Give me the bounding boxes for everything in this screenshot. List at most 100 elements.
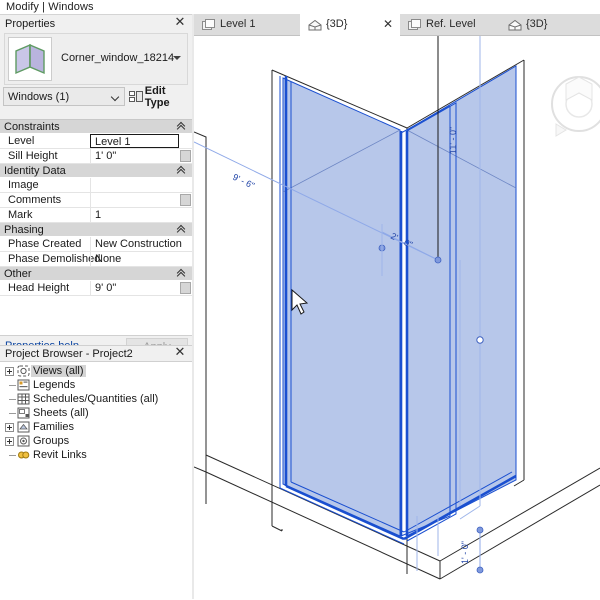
param-value-cell[interactable]: [90, 193, 192, 207]
param-row[interactable]: Level Level 1: [0, 134, 192, 149]
legends-icon: [17, 379, 30, 391]
views-icon: [17, 365, 30, 377]
param-value: Level 1: [95, 136, 131, 148]
tree-node-label: Revit Links: [33, 449, 87, 461]
corner-window-glass[interactable]: [282, 65, 517, 537]
category-row: Windows (1) Edit Type: [3, 84, 189, 109]
tree-node-revit-links[interactable]: Revit Links: [0, 448, 192, 462]
project-browser-title: Project Browser - Project2: [5, 348, 133, 360]
param-value: 9' 0": [95, 282, 117, 294]
param-name: Phase Demolished: [8, 253, 101, 265]
param-name: Level: [8, 135, 35, 147]
view-tab-bar: Level 1 {3D} ✕ Ref. Level {3D}: [194, 14, 600, 36]
view-tab-3d[interactable]: {3D} ✕: [300, 14, 400, 36]
project-browser-header: Project Browser - Project2 ✕: [0, 345, 192, 362]
viewcube-icon[interactable]: [551, 76, 600, 137]
house-3d-icon: [308, 19, 322, 31]
param-group-label: Phasing: [4, 224, 44, 236]
param-browse-button[interactable]: [180, 150, 191, 162]
close-icon[interactable]: ✕: [173, 346, 187, 360]
expand-plus-icon[interactable]: [5, 367, 14, 376]
param-group-header[interactable]: Constraints: [0, 120, 192, 134]
left-dock-panel: Properties ✕ Corner_window_18214 Windows…: [0, 14, 192, 600]
param-group-header[interactable]: Identity Data: [0, 164, 192, 178]
tree-node-sheets-all[interactable]: Sheets (all): [0, 406, 192, 420]
ribbon-context-strip: Modify | Windows: [0, 0, 600, 14]
param-value: None: [95, 253, 122, 265]
tree-node-views-all[interactable]: Views (all): [0, 364, 192, 378]
plan-view-icon: [202, 19, 215, 31]
chevron-up-icon[interactable]: [177, 167, 186, 175]
edit-type-button[interactable]: Edit Type: [129, 84, 189, 109]
param-value-cell[interactable]: 9' 0": [90, 281, 192, 295]
param-value-cell[interactable]: [90, 178, 192, 192]
expand-plus-icon[interactable]: [5, 423, 14, 432]
close-icon[interactable]: ✕: [173, 16, 187, 30]
param-value: New Construction: [95, 238, 182, 250]
param-row[interactable]: Head Height 9' 0": [0, 281, 192, 296]
dimension-11-0[interactable]: 11' - 0": [448, 127, 458, 154]
param-value-cell[interactable]: 1: [90, 208, 192, 222]
view-tab-3d[interactable]: {3D}: [500, 14, 600, 36]
param-value-cell[interactable]: New Construction: [90, 237, 192, 251]
properties-palette: Properties ✕ Corner_window_18214 Windows…: [0, 15, 192, 345]
edit-type-label: Edit Type: [144, 84, 170, 109]
tree-node-label: Sheets (all): [33, 407, 89, 419]
edit-type-icon: [129, 90, 143, 103]
param-group-label: Constraints: [4, 121, 60, 133]
tree-connector-line: [9, 399, 16, 400]
links-icon: [17, 449, 30, 461]
view-tab-level-1[interactable]: Level 1: [194, 14, 300, 36]
param-row[interactable]: Phase Demolished None: [0, 252, 192, 267]
param-row[interactable]: Phase Created New Construction: [0, 237, 192, 252]
param-row[interactable]: Image: [0, 178, 192, 193]
tree-node-groups[interactable]: Groups: [0, 434, 192, 448]
chevron-up-icon[interactable]: [177, 270, 186, 278]
param-group-header[interactable]: Other: [0, 267, 192, 281]
category-select[interactable]: Windows (1): [3, 87, 125, 106]
3d-view-canvas[interactable]: 9' - 6" 2' - 0" 11' - 0" 1' - 0": [194, 36, 600, 599]
param-value: 1: [95, 209, 102, 221]
view-tab-label: {3D}: [526, 18, 548, 30]
view-tab-ref-level[interactable]: Ref. Level: [400, 14, 500, 36]
parameter-grid: Constraints Level Level 1 Sill Height 1' 0" I…: [0, 119, 192, 335]
schedules-icon: [17, 393, 30, 405]
properties-panel-header: Properties ✕: [0, 15, 192, 33]
tree-connector-line: [9, 455, 16, 456]
param-browse-button[interactable]: [180, 282, 191, 294]
param-row[interactable]: Sill Height 1' 0": [0, 149, 192, 164]
ribbon-context-tab-label: Modify | Windows: [6, 1, 94, 13]
close-icon[interactable]: ✕: [382, 18, 394, 30]
dimension-label: 9' - 6": [231, 172, 256, 191]
project-browser-panel: Project Browser - Project2 ✕ Views (all)…: [0, 345, 192, 600]
expand-plus-icon[interactable]: [5, 437, 14, 446]
param-group-label: Identity Data: [4, 165, 66, 177]
plan-view-icon: [408, 19, 421, 31]
type-selector[interactable]: Corner_window_18214: [4, 33, 188, 85]
tree-node-families[interactable]: Families: [0, 420, 192, 434]
sheets-icon: [17, 407, 30, 419]
tree-connector-line: [9, 413, 16, 414]
param-row[interactable]: Comments: [0, 193, 192, 208]
param-value-cell[interactable]: 1' 0": [90, 149, 192, 163]
dropdown-arrow-icon[interactable]: [173, 56, 181, 60]
chevron-up-icon[interactable]: [177, 226, 186, 234]
selection-grips: [476, 336, 484, 344]
param-row[interactable]: Mark 1: [0, 208, 192, 223]
dimension-label: 1' - 0": [460, 541, 470, 564]
dimension-label: 11' - 0": [448, 127, 458, 154]
param-name: Mark: [8, 209, 33, 221]
category-select-label: Windows (1): [8, 91, 70, 103]
param-value-cell[interactable]: Level 1: [90, 134, 179, 148]
tree-node-legends[interactable]: Legends: [0, 378, 192, 392]
project-browser-tree: Views (all) Legends Schedules/Quantities (…: [0, 362, 192, 600]
tree-node-label: Legends: [33, 379, 76, 391]
dimension-1-0[interactable]: 1' - 0": [460, 526, 484, 574]
param-group-header[interactable]: Phasing: [0, 223, 192, 237]
tree-node-label: Families: [33, 421, 74, 433]
chevron-up-icon[interactable]: [177, 123, 186, 131]
param-value-cell[interactable]: None: [90, 252, 192, 266]
house-3d-icon: [508, 19, 522, 31]
param-browse-button[interactable]: [180, 194, 191, 206]
tree-node-schedules-quantities-all[interactable]: Schedules/Quantities (all): [0, 392, 192, 406]
